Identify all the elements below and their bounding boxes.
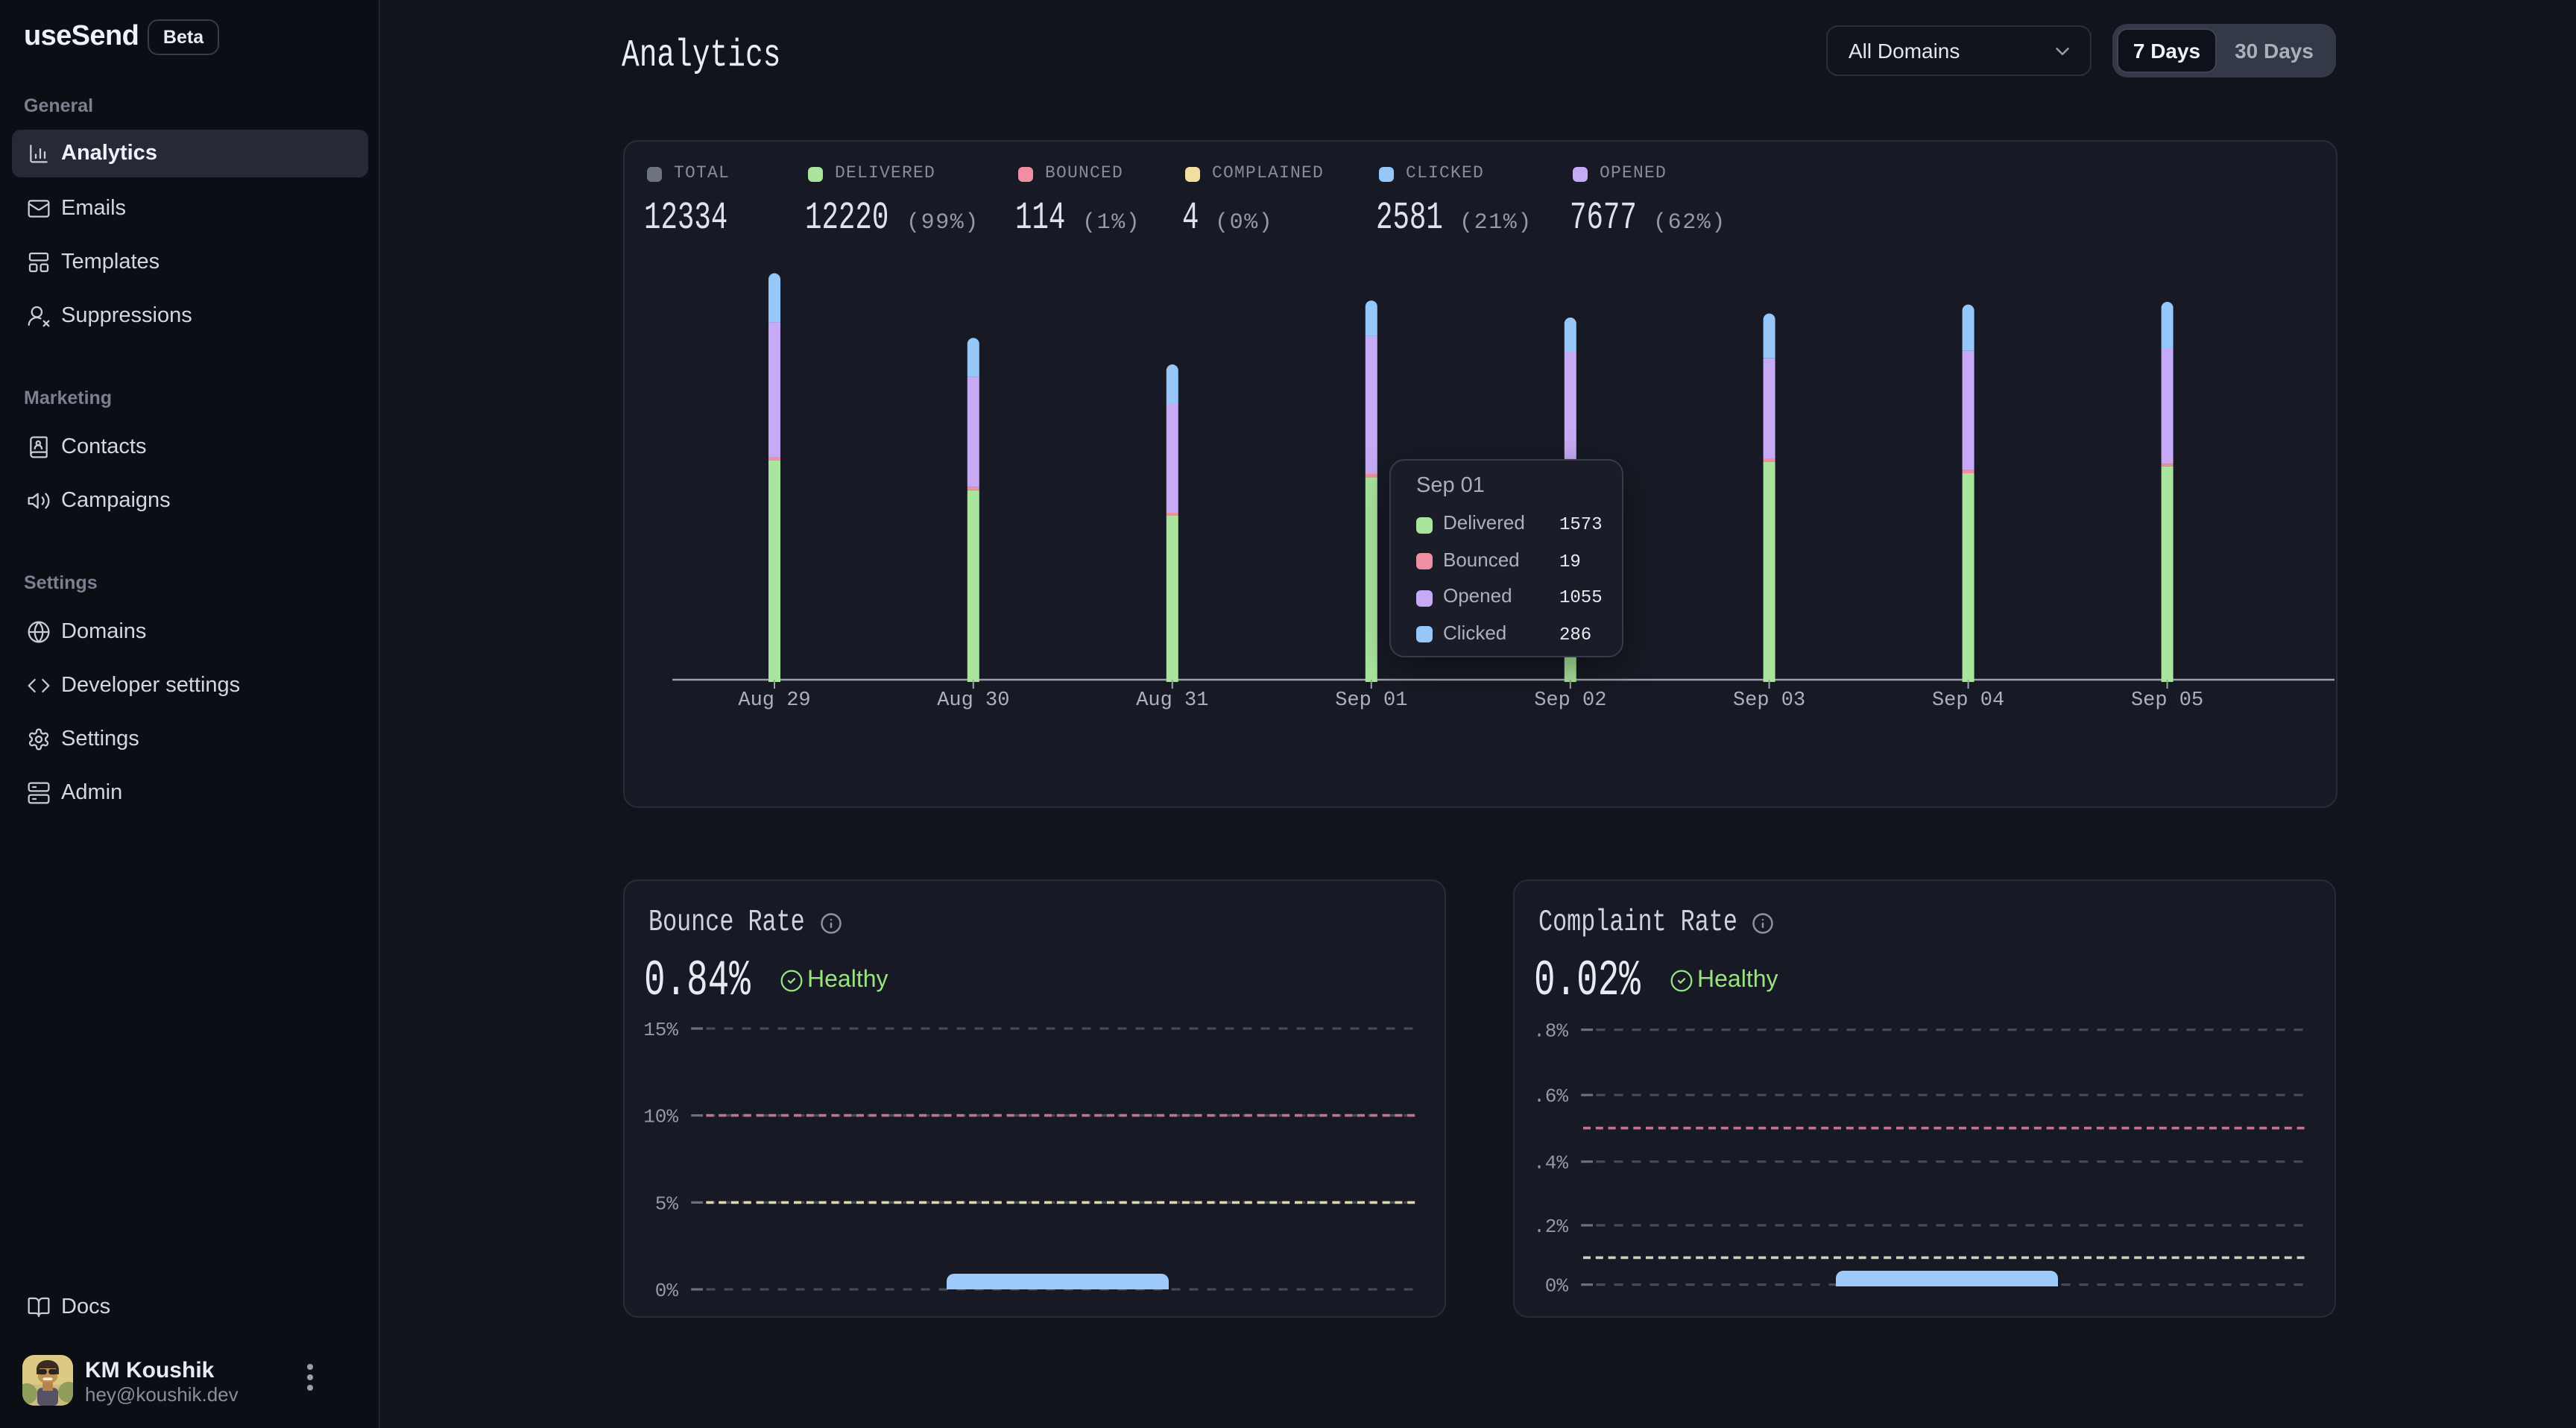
svg-text:.6%: .6% (1533, 1085, 1568, 1108)
svg-text:Sep 02: Sep 02 (1534, 689, 1606, 712)
svg-text:Aug 29: Aug 29 (738, 689, 810, 712)
svg-text:Sep 03: Sep 03 (1733, 689, 1805, 712)
svg-text:Sep 05: Sep 05 (2131, 689, 2203, 712)
svg-text:15%: 15% (643, 1019, 678, 1041)
svg-text:.2%: .2% (1533, 1216, 1568, 1238)
svg-text:5%: 5% (655, 1192, 679, 1215)
svg-text:Aug 31: Aug 31 (1136, 689, 1208, 712)
svg-text:0%: 0% (1545, 1275, 1569, 1298)
svg-text:.4%: .4% (1533, 1152, 1568, 1175)
svg-text:10%: 10% (643, 1106, 678, 1128)
svg-text:Sep 01: Sep 01 (1335, 689, 1407, 712)
svg-text:.8%: .8% (1533, 1020, 1568, 1043)
svg-text:0%: 0% (655, 1280, 679, 1302)
svg-text:Sep 04: Sep 04 (1932, 689, 2004, 712)
svg-text:Aug 30: Aug 30 (937, 689, 1009, 712)
